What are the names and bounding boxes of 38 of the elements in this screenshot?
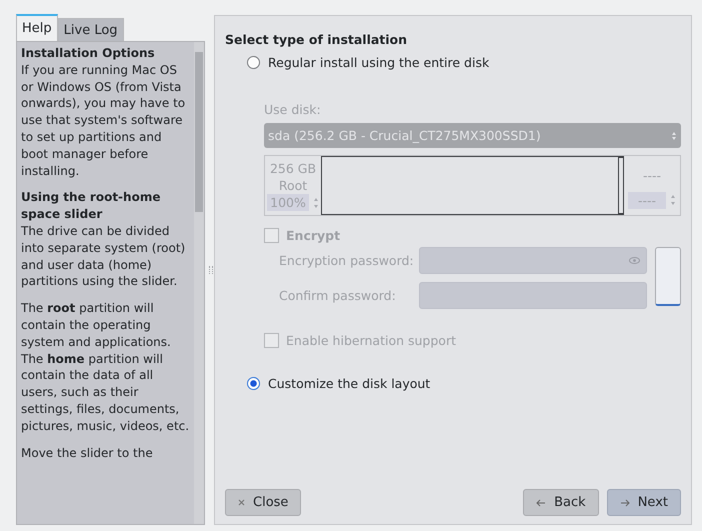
password-field[interactable] [419, 247, 647, 274]
root-size: 256 GB [270, 160, 316, 177]
help-paragraph: Move the slider to the [21, 444, 154, 462]
updown-icon [671, 130, 677, 140]
arrow-left-icon [536, 498, 546, 506]
updown-icon [312, 196, 319, 208]
home-size: ---- [642, 166, 662, 184]
option-label: Regular install using the entire disk [268, 55, 490, 70]
back-button[interactable]: Back [523, 489, 599, 516]
field-label: Encryption password: [279, 253, 415, 268]
help-paragraph: The drive can be divided into separate system (root) and user data (home) partitions using the slider. [21, 222, 186, 290]
checkbox[interactable] [264, 333, 279, 348]
next-button[interactable]: Next [606, 489, 681, 516]
help-heading: Using the root-home space slider [21, 189, 162, 223]
password-field[interactable] [419, 282, 647, 309]
disk-label: Use disk: [264, 102, 322, 117]
splitter-handle[interactable] [209, 266, 213, 274]
root-label: Root [278, 177, 308, 194]
checkbox[interactable] [264, 228, 279, 243]
tab[interactable]: Live Log [58, 18, 124, 41]
radio-button[interactable] [247, 56, 260, 69]
help-heading: Installation Options [21, 45, 156, 62]
field-label: Confirm password: [279, 288, 397, 303]
close-button[interactable]: Close [225, 489, 302, 516]
arrow-right-icon [620, 498, 630, 506]
checkbox-label: Encrypt [286, 228, 340, 243]
section-title: Select type of installation [225, 32, 408, 47]
updown-icon [670, 194, 676, 206]
password-strength-meter [655, 247, 681, 306]
eye-icon [629, 257, 640, 264]
option-label: Customize the disk layout [268, 376, 430, 391]
scrollbar[interactable] [194, 42, 204, 524]
checkbox-label: Enable hibernation support [286, 333, 456, 348]
radio-button[interactable] [247, 377, 260, 390]
close-icon [238, 499, 245, 506]
tab[interactable]: Help [16, 14, 58, 41]
help-paragraph: If you are running Mac OS or Windows OS (from Vista onwards), you may have to use that system's software to set up partitions and boot manager before installing. [21, 62, 186, 180]
help-paragraph: The root partition will contain the operating system and applications. The home partition will contain the data of all users, such as their settings, files, documents, pictures, music, videos, etc. [21, 300, 190, 435]
